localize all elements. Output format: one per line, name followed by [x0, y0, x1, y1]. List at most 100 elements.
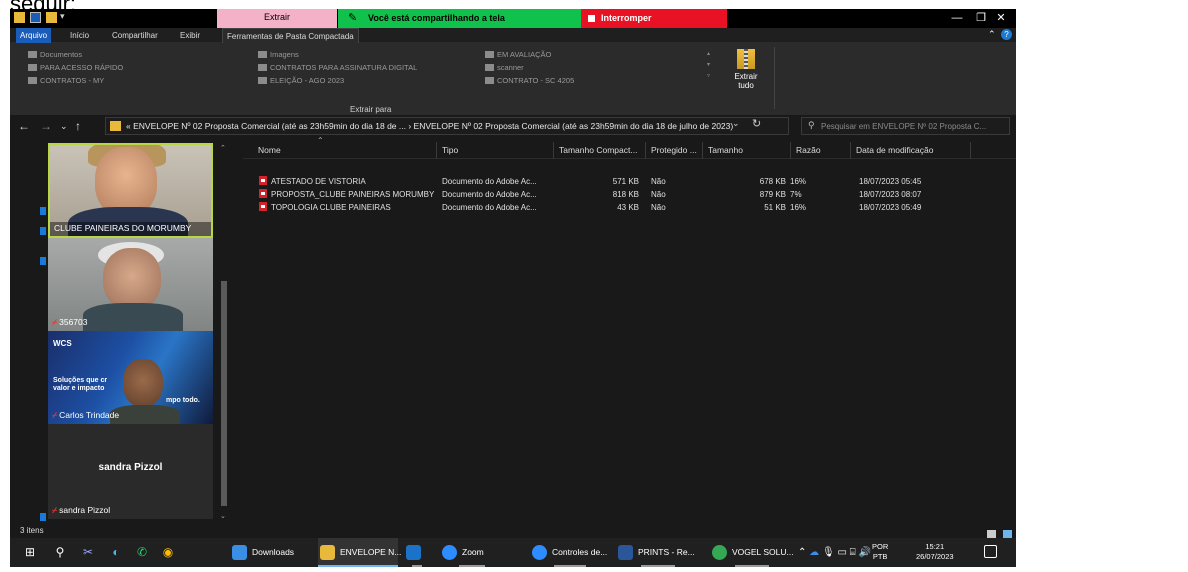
compressed-size-cell: 818 KB — [612, 190, 639, 199]
file-name-cell[interactable]: ATESTADO DE VISTORIA — [259, 176, 366, 188]
protected-cell: Não — [651, 190, 666, 199]
pdf-icon — [259, 202, 267, 211]
file-explorer-window: ▾ Extrair ✎ Você está compartilhando a t… — [10, 9, 1016, 567]
column-header-tamanho[interactable]: Tamanho — [703, 142, 791, 159]
onedrive-icon[interactable] — [40, 207, 46, 215]
video-tile-356703[interactable]: ⌿ 356703 — [48, 238, 213, 331]
column-header-tamanho-compactado[interactable]: Tamanho Compact... — [554, 142, 646, 159]
microphone-icon[interactable]: 🎙 — [822, 547, 835, 558]
outlook-icon — [406, 545, 421, 560]
participant-name: CLUBE PAINEIRAS DO MORUMBY — [54, 223, 192, 233]
quick-access-dropdown-icon[interactable]: ▾ — [60, 12, 69, 23]
address-dropdown-icon[interactable]: ⌄ — [732, 118, 740, 129]
column-header-razao[interactable]: Razão — [791, 142, 851, 159]
extract-destination-item[interactable]: CONTRATOS PARA ASSINATURA DIGITAL — [258, 62, 417, 73]
recent-locations-chevron-icon[interactable]: ⌄ — [60, 121, 68, 132]
gallery-scroll-arrows[interactable]: ▴ ▾ ▿ — [707, 49, 710, 82]
column-header-nome[interactable]: Nome — [253, 142, 437, 159]
network-icon[interactable]: ⌸ — [850, 547, 856, 558]
file-row[interactable]: TOPOLOGIA CLUBE PAINEIRAS Documento do A… — [243, 202, 1016, 214]
new-folder-icon[interactable] — [46, 12, 57, 23]
extract-destination-item[interactable]: PARA ACESSO RÁPIDO — [28, 62, 123, 73]
chrome-icon[interactable]: ◉ — [160, 544, 176, 560]
ribbon-group-label: Extrair para — [350, 105, 392, 114]
zoom-icon — [532, 545, 547, 560]
tab-arquivo[interactable]: Arquivo — [16, 28, 52, 43]
network-icon[interactable] — [40, 257, 46, 265]
compressed-size-cell: 571 KB — [612, 177, 639, 186]
pen-icon[interactable]: ✎ — [348, 11, 357, 24]
close-button[interactable]: ✕ — [984, 9, 1016, 28]
scrollbar-thumb[interactable] — [221, 281, 227, 506]
taskbar-app-chrome[interactable]: VOGEL SOLU... — [710, 538, 794, 567]
ratio-cell: 16% — [790, 203, 807, 212]
file-list: ⌃ Nome Tipo Tamanho Compact... Protegido… — [243, 136, 1016, 524]
ribbon-panel: Documentos PARA ACESSO RÁPIDO CONTRATOS … — [10, 43, 1016, 115]
column-header-protegido[interactable]: Protegido ... — [646, 142, 703, 159]
folder-icon — [28, 51, 37, 58]
whatsapp-icon[interactable]: ✆ — [134, 544, 150, 560]
properties-icon[interactable] — [30, 12, 41, 23]
language-indicator[interactable]: POR PTB — [872, 542, 888, 562]
protected-cell: Não — [651, 177, 666, 186]
notifications-icon[interactable] — [984, 545, 997, 558]
extract-destination-item[interactable]: CONTRATO - SC 4205 — [485, 75, 574, 86]
drive-icon[interactable] — [40, 513, 46, 521]
extract-destination-item[interactable]: CONTRATOS - MY — [28, 75, 104, 86]
back-arrow-icon[interactable]: ← — [18, 119, 30, 133]
ribbon-tab-row: Arquivo Início Compartilhar Exibir Ferra… — [10, 28, 1016, 43]
tab-compartilhar[interactable]: Compartilhar — [108, 28, 162, 43]
onedrive-icon[interactable]: ☁ — [809, 547, 819, 558]
compressed-size-cell: 43 KB — [617, 203, 639, 212]
collapse-ribbon-icon[interactable]: ⌃ — [988, 29, 996, 39]
windows-start-icon[interactable]: ⊞ — [22, 544, 38, 560]
tab-ferramentas-pasta-compactada[interactable]: Ferramentas de Pasta Compactada — [222, 28, 359, 43]
show-hidden-icons-icon[interactable]: ⌃ — [798, 547, 806, 558]
tab-inicio[interactable]: Início — [66, 28, 93, 43]
file-name-cell[interactable]: PROPOSTA_CLUBE PAINEIRAS MORUMBY — [259, 189, 434, 201]
snipping-tool-icon[interactable]: ✂ — [80, 544, 96, 560]
this-pc-icon[interactable] — [40, 227, 46, 235]
refresh-icon[interactable]: ↻ — [752, 117, 761, 130]
file-row[interactable]: ATESTADO DE VISTORIA Documento do Adobe … — [243, 176, 1016, 188]
extract-all-button[interactable]: Extrair tudo — [728, 49, 764, 90]
extract-destination-item[interactable]: Documentos — [28, 49, 82, 60]
taskbar-app-file-explorer[interactable]: ENVELOPE N... — [318, 538, 401, 567]
search-box[interactable]: ⚲ Pesquisar em ENVELOPE Nº 02 Proposta C… — [801, 117, 1010, 135]
stop-sharing-button[interactable]: Interromper Compartilhamento — [581, 9, 727, 42]
participant-video — [103, 248, 161, 310]
column-header-data-modificacao[interactable]: Data de modificação — [851, 142, 971, 159]
video-tile-sandra-pizzol[interactable]: sandra Pizzol ⌿ sandra Pizzol — [48, 424, 213, 519]
taskbar-app-zoom-controls[interactable]: Controles de... — [530, 538, 610, 567]
up-arrow-icon[interactable]: ↑ — [75, 119, 81, 133]
background-slogan-end: mpo todo. — [166, 397, 200, 404]
extract-destination-item[interactable]: Imagens — [258, 49, 299, 60]
file-name-cell[interactable]: TOPOLOGIA CLUBE PAINEIRAS — [259, 202, 391, 214]
zip-folder-icon — [737, 49, 755, 69]
address-bar[interactable]: « ENVELOPE Nº 02 Proposta Comercial (até… — [105, 117, 789, 135]
battery-icon[interactable]: ▭ — [837, 547, 846, 558]
scroll-up-icon[interactable]: ⌃ — [220, 144, 226, 152]
navigation-scrollbar[interactable]: ⌃ ⌄ — [219, 144, 229, 520]
forward-arrow-icon[interactable]: → — [40, 119, 52, 133]
taskbar-app-downloads[interactable]: Downloads — [230, 538, 312, 567]
download-icon — [232, 545, 247, 560]
tab-exibir[interactable]: Exibir — [176, 28, 204, 43]
edge-icon[interactable]: ◐ — [108, 544, 124, 560]
search-icon[interactable]: ⚲ — [52, 544, 68, 560]
video-tile-clube-paineiras[interactable]: CLUBE PAINEIRAS DO MORUMBY — [48, 143, 213, 238]
help-icon[interactable]: ? — [1001, 29, 1012, 40]
ratio-cell: 16% — [790, 177, 807, 186]
video-tile-carlos-trindade[interactable]: WCS Soluções que cr valor e impacto mpo … — [48, 331, 213, 424]
file-row[interactable]: PROPOSTA_CLUBE PAINEIRAS MORUMBY Documen… — [243, 189, 1016, 201]
taskbar-app-word[interactable]: PRINTS - Re... — [616, 538, 700, 567]
clock[interactable]: 15:21 26/07/2023 — [916, 542, 954, 562]
scroll-down-icon[interactable]: ⌄ — [220, 512, 226, 520]
extract-destination-item[interactable]: scanner — [485, 62, 524, 73]
taskbar-app-outlook[interactable] — [404, 538, 430, 567]
extract-destination-item[interactable]: ELEIÇÃO - AGO 2023 — [258, 75, 344, 86]
extract-destination-item[interactable]: EM AVALIAÇÃO — [485, 49, 551, 60]
volume-icon[interactable]: 🔊 — [858, 547, 870, 558]
column-header-tipo[interactable]: Tipo — [437, 142, 554, 159]
taskbar-app-zoom[interactable]: Zoom — [440, 538, 504, 567]
